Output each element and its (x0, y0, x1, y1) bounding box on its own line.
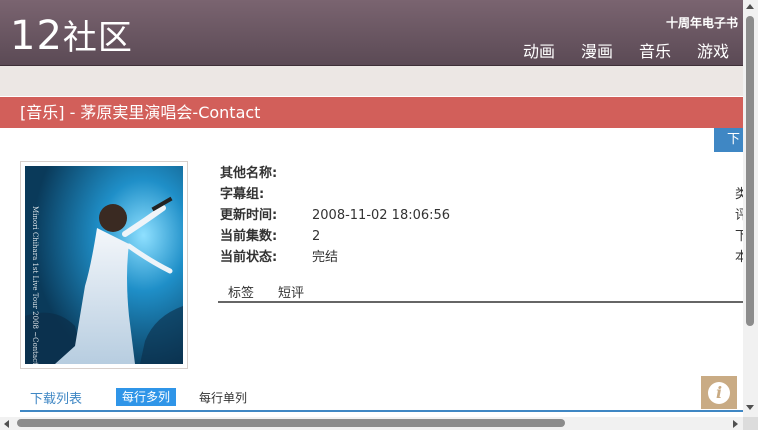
horizontal-scroll-thumb[interactable] (17, 419, 565, 427)
site-header: 12社区 十周年电子书 动画 漫画 音乐 游戏 (0, 0, 743, 66)
detail-list: 其他名称: 字幕组: 更新时间: 2008-11-02 18:06:56 当前集数… (220, 163, 450, 268)
detail-row: 其他名称: (220, 163, 450, 184)
scroll-right-icon[interactable] (733, 420, 738, 428)
detail-row: 更新时间: 2008-11-02 18:06:56 (220, 205, 450, 226)
vertical-scrollbar[interactable] (743, 0, 758, 417)
site-logo[interactable]: 12社区 (10, 12, 133, 62)
tab-short-reviews[interactable]: 短评 (278, 282, 304, 301)
nav-item-comic[interactable]: 漫画 (581, 38, 613, 62)
nav-item-anime[interactable]: 动画 (523, 38, 555, 62)
detail-label: 当前集数: (220, 229, 278, 244)
download-list-header: 下载列表 每行多列 每行单列 (20, 386, 743, 412)
detail-label: 其他名称: (220, 166, 278, 181)
nav-item-game[interactable]: 游戏 (697, 38, 729, 62)
info-icon: i (708, 381, 730, 404)
info-button[interactable]: i (701, 376, 737, 409)
single-column-toggle[interactable]: 每行单列 (199, 389, 247, 406)
cover-caption: Minori Chihara 1st Live Tour 2008 ~Conta… (31, 206, 39, 364)
main-nav: 动画 漫画 音乐 游戏 (523, 38, 729, 62)
scroll-left-icon[interactable] (4, 420, 9, 428)
detail-tabs: 标签 短评 (218, 280, 743, 303)
multi-column-toggle[interactable]: 每行多列 (116, 388, 177, 406)
scroll-up-icon[interactable] (746, 4, 754, 9)
download-button[interactable]: 下 (714, 128, 743, 152)
detail-label: 当前状态: (220, 250, 278, 265)
tab-tags[interactable]: 标签 (228, 282, 254, 301)
horizontal-scrollbar[interactable] (0, 417, 743, 430)
detail-value: 2 (312, 229, 321, 244)
download-list-title[interactable]: 下载列表 (30, 388, 82, 407)
cover-image: Minori Chihara 1st Live Tour 2008 ~Conta… (25, 166, 183, 364)
cover-image-frame: Minori Chihara 1st Live Tour 2008 ~Conta… (20, 161, 188, 369)
anniversary-ebook-link[interactable]: 十周年电子书 (666, 14, 738, 31)
detail-row: 当前集数: 2 (220, 226, 450, 247)
detail-row: 字幕组: (220, 184, 450, 205)
detail-value: 完结 (312, 250, 339, 265)
detail-value: 2008-11-02 18:06:56 (312, 208, 451, 223)
detail-label: 字幕组: (220, 187, 265, 202)
detail-label: 更新时间: (220, 208, 278, 223)
logo-number: 12 (10, 13, 63, 59)
nav-item-music[interactable]: 音乐 (639, 38, 671, 62)
scroll-down-icon[interactable] (746, 405, 754, 410)
vertical-scroll-thumb[interactable] (746, 16, 754, 326)
header-spacer (0, 66, 743, 96)
detail-row: 当前状态: 完结 (220, 247, 450, 268)
logo-text: 社区 (62, 18, 133, 58)
scrollbar-corner (743, 417, 758, 430)
page-title: [音乐] - 茅原実里演唱会-Contact (0, 97, 743, 128)
